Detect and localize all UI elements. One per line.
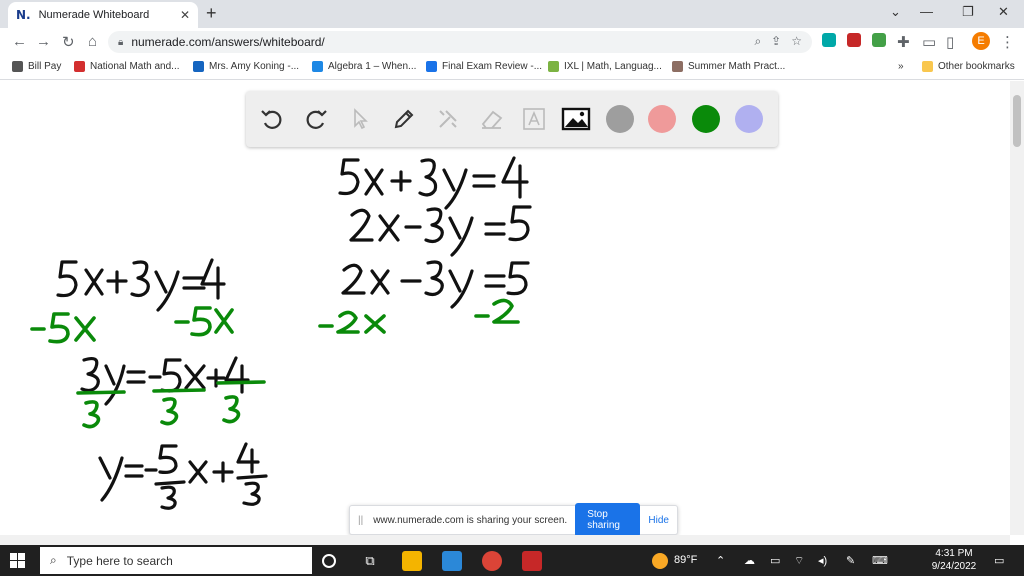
reload-icon[interactable]: ↻ — [62, 33, 75, 51]
chevron-down-icon[interactable]: ⌄ — [890, 4, 901, 20]
weather-temp[interactable]: 89°F — [674, 554, 697, 566]
bookmarks-bar: Bill Pay National Math and... Mrs. Amy K… — [0, 56, 1024, 80]
onedrive-icon[interactable]: ☁ — [744, 554, 755, 567]
bookmark-item[interactable]: Final Exam Review -... — [426, 61, 542, 72]
cortana-icon[interactable] — [322, 554, 336, 568]
extension-green-icon[interactable] — [872, 33, 886, 47]
numerade-logo-icon: N. — [16, 8, 31, 22]
close-window-icon[interactable]: ✕ — [998, 4, 1009, 20]
wifi-icon[interactable]: ⌔ — [794, 554, 804, 568]
windows-start-icon[interactable] — [10, 553, 25, 568]
bookmark-icon — [193, 61, 204, 72]
acrobat-icon[interactable] — [522, 551, 542, 571]
share-icon[interactable]: ⇪ — [771, 34, 781, 49]
tab-numerade-whiteboard[interactable]: N. Numerade Whiteboard ✕ — [8, 2, 198, 28]
whiteboard-canvas[interactable]: || www.numerade.com is sharing your scre… — [0, 81, 1010, 535]
keyboard-icon[interactable]: ⌨ — [872, 554, 888, 567]
zoom-search-icon[interactable]: ⌕ — [754, 34, 761, 49]
vertical-scrollbar[interactable] — [1010, 81, 1024, 535]
handwriting-layer — [30, 156, 532, 510]
green-annotations — [30, 298, 520, 429]
equation-top-1 — [338, 156, 529, 210]
folder-icon — [922, 61, 933, 72]
cast-icon[interactable]: ▭ — [922, 33, 936, 51]
notifications-icon[interactable]: ▭ — [994, 554, 1004, 567]
restore-icon[interactable]: ❐ — [962, 4, 974, 20]
home-icon[interactable]: ⌂ — [88, 33, 97, 50]
bookmark-item[interactable]: Algebra 1 – When... — [312, 61, 416, 72]
taskbar-search[interactable]: ⌕ Type here to search — [40, 547, 312, 574]
profile-avatar[interactable]: E — [972, 32, 990, 50]
address-bar[interactable]: 🔒︎ numerade.com/answers/whiteboard/ ⌕ ⇪ … — [108, 31, 812, 53]
clock-date: 9/24/2022 — [931, 561, 977, 572]
tab-strip: N. Numerade Whiteboard ✕ + ⌄ — ❐ ✕ — [0, 0, 1024, 28]
equation-left-1 — [56, 258, 226, 312]
scrollbar-thumb[interactable] — [1013, 95, 1021, 147]
back-icon[interactable]: ← — [12, 33, 27, 50]
bookmark-star-icon[interactable]: ☆ — [791, 34, 802, 49]
search-placeholder: Type here to search — [66, 553, 173, 568]
battery-icon[interactable]: ▭ — [770, 554, 780, 567]
browser-toolbar: ← → ↻ ⌂ 🔒︎ numerade.com/answers/whiteboa… — [0, 28, 1024, 56]
side-panel-icon[interactable]: ▯ — [946, 33, 954, 51]
bookmark-icon — [74, 61, 85, 72]
lock-icon: 🔒︎ — [118, 36, 124, 48]
share-message: www.numerade.com is sharing your screen. — [373, 514, 568, 526]
equation-left-3 — [98, 442, 268, 510]
bookmark-item[interactable]: Mrs. Amy Koning -... — [193, 61, 299, 72]
bookmark-item[interactable]: National Math and... — [74, 61, 180, 72]
bookmarks-overflow[interactable]: » — [898, 61, 904, 72]
bookmark-icon — [672, 61, 683, 72]
extension-teal-icon[interactable] — [822, 33, 836, 47]
equation-top-2 — [349, 205, 532, 257]
close-tab-icon[interactable]: ✕ — [180, 8, 190, 22]
hide-button[interactable]: Hide — [648, 515, 669, 526]
bookmark-icon — [312, 61, 323, 72]
bookmark-icon — [12, 61, 23, 72]
stop-sharing-button[interactable]: Stop sharing — [575, 503, 641, 535]
menu-dots-icon[interactable]: ⋮ — [1000, 33, 1015, 51]
minimize-icon[interactable]: — — [920, 4, 933, 19]
search-icon: ⌕ — [50, 553, 57, 567]
url-text: numerade.com/answers/whiteboard/ — [131, 35, 325, 49]
bookmark-icon — [548, 61, 559, 72]
bookmark-item[interactable]: Summer Math Pract... — [672, 61, 785, 72]
equation-left-2 — [80, 356, 250, 406]
clock[interactable]: 4:31 PM 9/24/2022 — [928, 547, 980, 573]
clock-time: 4:31 PM — [935, 548, 973, 559]
volume-icon[interactable]: ◂) — [818, 554, 827, 567]
file-explorer-icon[interactable] — [402, 551, 422, 571]
pdf-extension-icon[interactable] — [847, 33, 861, 47]
other-bookmarks[interactable]: Other bookmarks — [922, 61, 1015, 72]
forward-icon[interactable]: → — [36, 33, 51, 50]
bookmark-item[interactable]: IXL | Math, Languag... — [548, 61, 662, 72]
new-tab-icon[interactable]: + — [206, 3, 217, 24]
windows-taskbar: ⌕ Type here to search ⧉ 89°F ⌃ ☁ ▭ ⌔ ◂) … — [0, 545, 1024, 576]
tab-title: Numerade Whiteboard — [38, 9, 150, 21]
bookmark-item[interactable]: Bill Pay — [12, 61, 61, 72]
screen-share-bar: || www.numerade.com is sharing your scre… — [349, 503, 678, 535]
pen-tray-icon[interactable]: ✎ — [846, 554, 855, 567]
weather-icon[interactable] — [652, 553, 668, 569]
drag-handle-icon[interactable]: || — [358, 515, 363, 526]
chevron-up-icon[interactable]: ⌃ — [716, 554, 725, 567]
bookmark-icon — [426, 61, 437, 72]
puzzle-icon[interactable]: ✚ — [897, 33, 910, 51]
task-view-icon[interactable]: ⧉ — [360, 551, 380, 571]
horizontal-scrollbar[interactable] — [0, 535, 1010, 545]
store-icon[interactable] — [442, 551, 462, 571]
chrome-icon[interactable] — [482, 551, 502, 571]
